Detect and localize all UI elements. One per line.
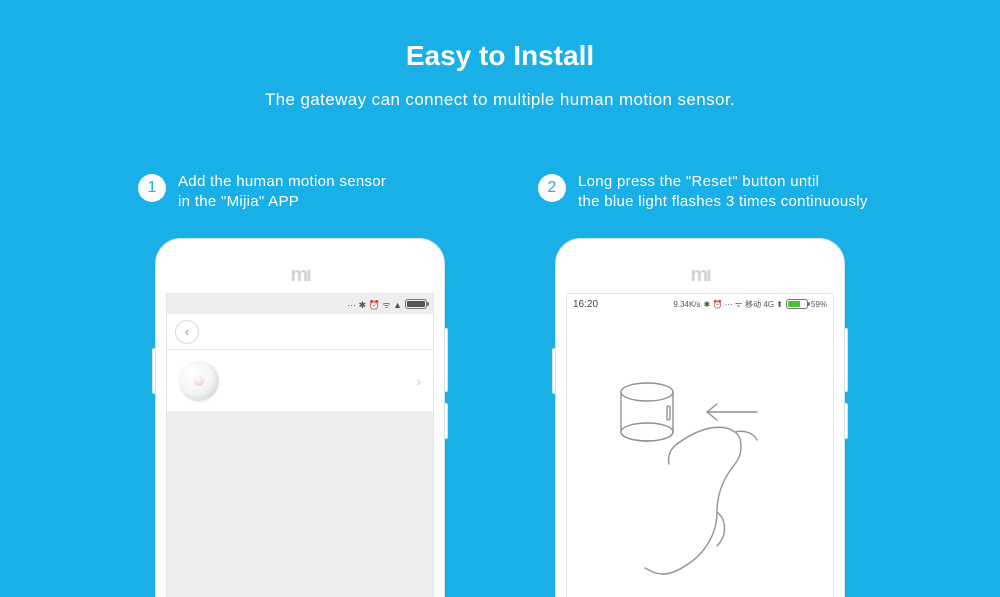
step-text-line1: Long press the "Reset" button until (578, 173, 819, 190)
status-rate: 9.34K/s (673, 300, 700, 309)
phone-topbar: mı (156, 239, 444, 293)
phone-mockup: mı ⋯ ✱ ⏰ ᯤ ▲ ‹ › (130, 238, 470, 548)
reset-illustration (567, 314, 833, 597)
step-head: 2 Long press the "Reset" button until th… (538, 172, 870, 220)
step-number-badge: 1 (138, 174, 166, 202)
status-time: 16:20 (573, 299, 598, 310)
status-bar: ⋯ ✱ ⏰ ᯤ ▲ (167, 294, 433, 314)
chevron-right-icon: › (416, 373, 421, 389)
step-text: Add the human motion sensor in the "Miji… (178, 172, 386, 213)
status-bar: 16:20 9.34K/s ✱ ⏰ ⋯ ᯤ 移动 4G ⬆ 59% (567, 294, 833, 314)
phone-side-button (845, 403, 848, 439)
phone-side-button (845, 328, 848, 392)
nav-bar: ‹ (167, 314, 433, 350)
phone-mockup: mı 16:20 9.34K/s ✱ ⏰ ⋯ ᯤ 移动 4G ⬆ 59% (530, 238, 870, 548)
step-text-line2: in the "Mijia" APP (178, 193, 299, 210)
battery-icon (786, 299, 808, 309)
battery-icon (405, 299, 427, 309)
status-icons: ⋯ ✱ ⏰ ᯤ ▲ (347, 298, 402, 311)
page-subtitle: The gateway can connect to multiple huma… (0, 72, 1000, 110)
step-text-line1: Add the human motion sensor (178, 173, 386, 190)
page-title: Easy to Install (0, 0, 1000, 72)
step-text-line2: the blue light flashes 3 times continuou… (578, 193, 868, 210)
phone-topbar: mı (556, 239, 844, 293)
phone-screen: 16:20 9.34K/s ✱ ⏰ ⋯ ᯤ 移动 4G ⬆ 59% (566, 293, 834, 597)
phone-body: mı ⋯ ✱ ⏰ ᯤ ▲ ‹ › (155, 238, 445, 597)
phone-side-button (445, 328, 448, 392)
step-number-badge: 2 (538, 174, 566, 202)
step-1: 1 Add the human motion sensor in the "Mi… (130, 172, 470, 548)
phone-body: mı 16:20 9.34K/s ✱ ⏰ ⋯ ᯤ 移动 4G ⬆ 59% (555, 238, 845, 597)
device-list-item[interactable]: › (167, 350, 433, 412)
status-icons: ✱ ⏰ ⋯ ᯤ (704, 299, 743, 310)
hand-press-sensor-icon (567, 314, 835, 597)
step-text: Long press the "Reset" button until the … (578, 172, 868, 213)
status-battery-pct: 59% (811, 300, 827, 309)
mi-logo-icon: mı (690, 264, 709, 287)
phone-side-button (445, 403, 448, 439)
phone-screen: ⋯ ✱ ⏰ ᯤ ▲ ‹ › (166, 293, 434, 597)
back-button[interactable]: ‹ (175, 320, 199, 344)
status-network: 移动 4G ⬆ (745, 299, 783, 310)
page: Easy to Install The gateway can connect … (0, 0, 1000, 597)
steps-row: 1 Add the human motion sensor in the "Mi… (0, 172, 1000, 548)
step-head: 1 Add the human motion sensor in the "Mi… (138, 172, 470, 220)
mi-logo-icon: mı (290, 264, 309, 287)
step-2: 2 Long press the "Reset" button until th… (530, 172, 870, 548)
motion-sensor-icon (179, 361, 219, 401)
